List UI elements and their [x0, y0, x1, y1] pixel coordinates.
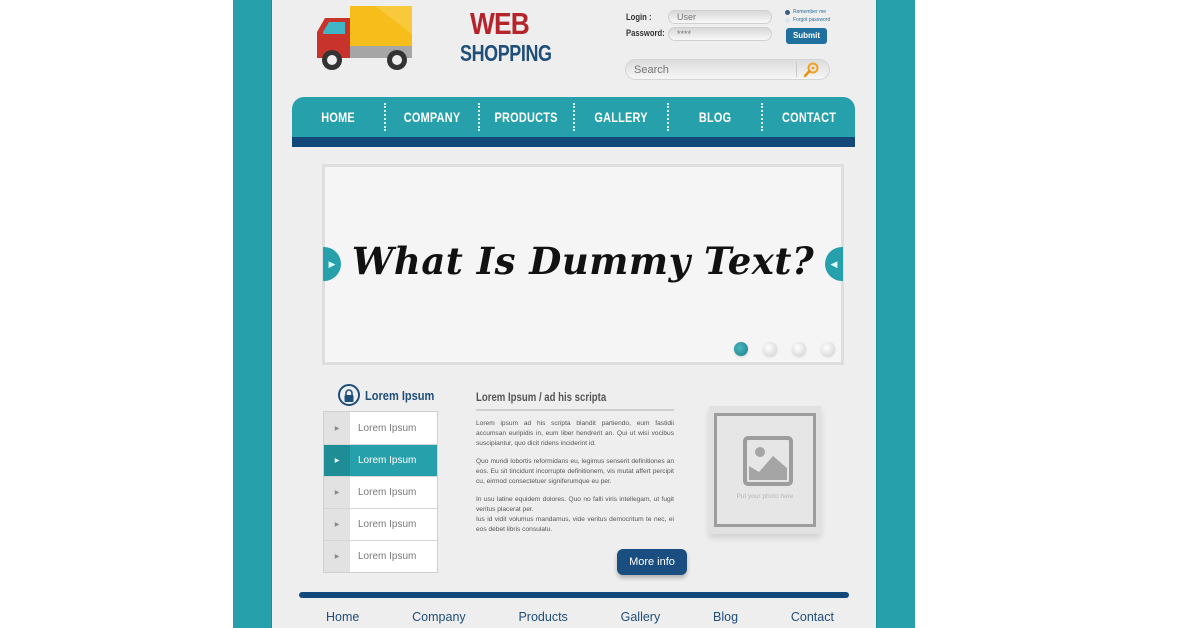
sidebar-item[interactable]: ▶ Lorem Ipsum	[324, 508, 437, 540]
search-box	[625, 59, 830, 80]
nav-separator	[384, 103, 387, 131]
forgot-password-radio[interactable]	[785, 17, 790, 23]
remember-me-label: Remember me	[793, 9, 827, 15]
remember-me-radio[interactable]	[785, 9, 790, 15]
slider-dot-2[interactable]	[763, 342, 777, 356]
sidebar-menu: ▶ Lorem Ipsum ▶ Lorem Ipsum ▶ Lorem Ipsum ▶…	[323, 411, 438, 573]
nav-item-contact[interactable]: CONTACT	[773, 109, 845, 125]
main-nav: HOME COMPANY PRODUCTS GALLERY BLOG CONTA…	[292, 97, 855, 137]
bullet-arrow-icon: ▶	[324, 541, 350, 572]
article-paragraph: Lorem ipsum ad his scripta blandit parti…	[476, 420, 674, 447]
footer-link-blog[interactable]: Blog	[713, 610, 738, 624]
delivery-truck-icon	[317, 6, 412, 70]
slider-dot-4[interactable]	[821, 342, 835, 356]
nav-item-company[interactable]: COMPANY	[396, 109, 468, 125]
logo-text-shopping: SHOPPING	[460, 40, 552, 66]
right-teal-border	[876, 0, 915, 628]
footer-link-company[interactable]: Company	[412, 610, 466, 624]
article-title: Lorem Ipsum / ad his scripta	[476, 390, 607, 404]
logo[interactable]: WEB SHOPPING	[315, 4, 552, 74]
nav-separator	[666, 103, 669, 131]
magnifier-icon[interactable]	[800, 61, 822, 78]
nav-separator	[572, 103, 575, 131]
remember-me-option[interactable]: Remember me	[785, 9, 826, 15]
submit-button[interactable]: Submit	[786, 28, 827, 44]
footer-link-home[interactable]: Home	[326, 610, 359, 624]
forgot-password-label: Forgot password	[793, 17, 831, 23]
article-divider	[476, 409, 674, 411]
search-input[interactable]	[634, 62, 794, 77]
sidebar-item[interactable]: ▶ Lorem Ipsum	[324, 476, 437, 508]
footer-link-products[interactable]: Products	[518, 610, 567, 624]
footer-link-contact[interactable]: Contact	[791, 610, 834, 624]
bullet-arrow-icon: ▶	[324, 412, 350, 444]
article-paragraph: Ius id vidit volumus mandamus, vide veri…	[476, 516, 674, 533]
hero-slider: What Is Dummy Text? ▶ ◀	[322, 164, 844, 365]
footer-link-gallery[interactable]: Gallery	[621, 610, 661, 624]
arrow-right-icon: ▶	[328, 258, 336, 269]
nav-item-home[interactable]: HOME	[302, 109, 374, 125]
lock-icon	[338, 384, 360, 406]
sidebar-item[interactable]: ▶ Lorem Ipsum	[324, 540, 437, 572]
slider-dot-1[interactable]	[734, 342, 748, 356]
sidebar-item-label: Lorem Ipsum	[358, 487, 417, 498]
password-input[interactable]	[668, 27, 772, 41]
article-body: Lorem ipsum ad his scripta blandit parti…	[476, 419, 674, 543]
login-label: Login :	[626, 12, 652, 22]
password-label: Password:	[626, 28, 665, 38]
sidebar-item-label: Lorem Ipsum	[358, 455, 417, 466]
bullet-arrow-icon: ▶	[324, 445, 350, 476]
left-teal-border	[233, 0, 272, 628]
sidebar-heading: Lorem Ipsum	[338, 384, 447, 406]
sidebar-item-label: Lorem Ipsum	[358, 519, 417, 530]
nav-separator	[760, 103, 763, 131]
nav-item-products[interactable]: PRODUCTS	[490, 109, 562, 125]
more-info-button[interactable]: More info	[617, 549, 687, 575]
footer-nav: Home Company Products Gallery Blog Conta…	[302, 610, 852, 624]
sidebar-item[interactable]: ▶ Lorem Ipsum	[324, 412, 437, 444]
sidebar-item-label: Lorem Ipsum	[358, 422, 417, 434]
sidebar-item-active[interactable]: ▶ Lorem Ipsum	[324, 444, 437, 476]
slider-pagination	[734, 342, 835, 356]
nav-item-blog[interactable]: BLOG	[679, 109, 751, 125]
nav-underline-bar	[292, 137, 855, 147]
bullet-arrow-icon: ▶	[324, 477, 350, 508]
nav-item-gallery[interactable]: GALLERY	[585, 109, 657, 125]
logo-text-web: WEB	[470, 6, 530, 41]
photo-placeholder-label: Put your photo here	[736, 493, 794, 500]
photo-frame: Put your photo here	[714, 413, 816, 527]
username-input[interactable]	[668, 10, 772, 24]
arrow-left-icon: ◀	[830, 258, 838, 269]
sidebar-heading-label: Lorem Ipsum	[365, 387, 435, 403]
image-placeholder-icon	[743, 436, 793, 486]
article-paragraph: In usu latine equidem dolores. Quo no fa…	[476, 496, 674, 513]
slide-title: What Is Dummy Text?	[351, 239, 815, 283]
nav-separator	[478, 103, 481, 131]
footer-bar	[299, 592, 849, 598]
website-mockup: WEB SHOPPING Login : Password: Remember …	[272, 0, 876, 628]
forgot-password-link[interactable]: Forgot password	[785, 17, 830, 23]
search-divider	[796, 62, 797, 77]
slider-dot-3[interactable]	[792, 342, 806, 356]
bullet-arrow-icon: ▶	[324, 509, 350, 540]
sidebar-item-label: Lorem Ipsum	[358, 551, 417, 562]
photo-placeholder-card[interactable]: Put your photo here	[709, 406, 821, 534]
article-paragraph: Quo mundi lobortis reformidans eu, legim…	[476, 458, 674, 485]
